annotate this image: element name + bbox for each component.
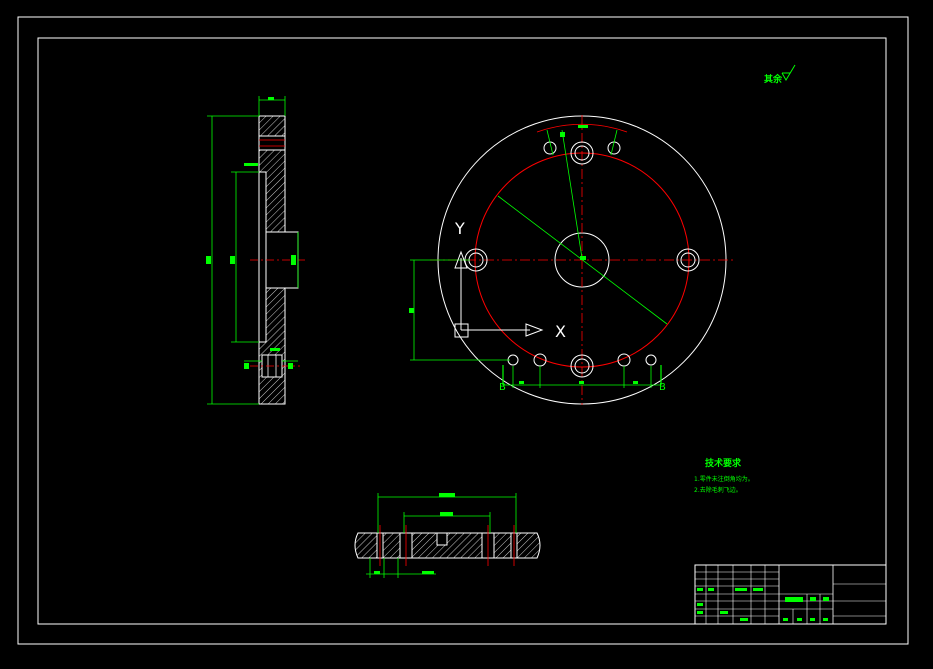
title-block[interactable]	[694, 564, 887, 625]
tech-requirement-item: 1.零件未注倒角均为。	[694, 475, 754, 483]
tech-requirements-title: 技术要求	[705, 457, 742, 469]
front-view[interactable]	[430, 115, 735, 405]
ucs-y-label: Y	[454, 219, 465, 238]
front-view-dimensions	[409, 259, 662, 388]
ucs-icon	[454, 250, 544, 338]
roughness-note: 其余	[764, 64, 796, 85]
cad-drawing-canvas[interactable]: B B Y X 其余 技术要求 1.零件未注倒角均为。 2.去除毛刺飞边。	[0, 0, 933, 669]
technical-requirements: 技术要求 1.零件未注倒角均为。 2.去除毛刺飞边。	[694, 457, 754, 494]
roughness-note-text: 其余	[764, 73, 783, 85]
section-label-right: B	[659, 382, 666, 393]
section-label-left: B	[499, 382, 506, 393]
tech-requirement-item: 2.去除毛刺飞边。	[694, 486, 742, 494]
ucs-x-label: X	[555, 322, 566, 341]
section-bb-view[interactable]	[354, 525, 541, 566]
